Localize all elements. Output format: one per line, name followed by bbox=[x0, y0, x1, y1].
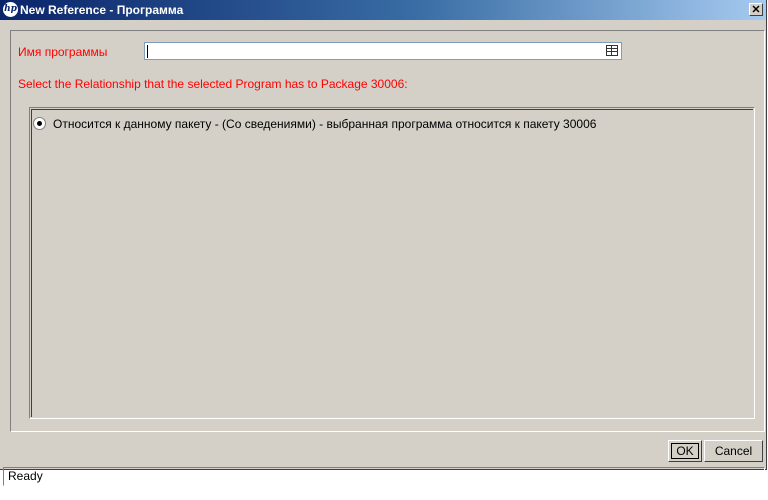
ok-button[interactable]: OK bbox=[668, 440, 702, 462]
relationship-options-panel bbox=[29, 107, 755, 419]
text-caret bbox=[147, 45, 148, 58]
lookup-list-icon[interactable] bbox=[606, 45, 618, 56]
status-bar: Ready bbox=[3, 467, 765, 486]
radio-selected-dot bbox=[37, 121, 42, 126]
window-title: New Reference - Программа bbox=[20, 3, 184, 17]
program-name-input[interactable] bbox=[144, 42, 622, 60]
relationship-radio[interactable] bbox=[33, 117, 46, 130]
title-bar[interactable]: hp New Reference - Программа ✕ bbox=[0, 0, 766, 20]
program-name-label: Имя программы bbox=[18, 45, 108, 59]
hp-logo-icon: hp bbox=[3, 2, 18, 17]
cancel-button[interactable]: Cancel bbox=[704, 440, 763, 462]
relationship-option-label: Относится к данному пакету - (Со сведени… bbox=[53, 117, 597, 131]
close-button[interactable]: ✕ bbox=[749, 3, 763, 16]
relationship-instruction: Select the Relationship that the selecte… bbox=[18, 77, 408, 91]
